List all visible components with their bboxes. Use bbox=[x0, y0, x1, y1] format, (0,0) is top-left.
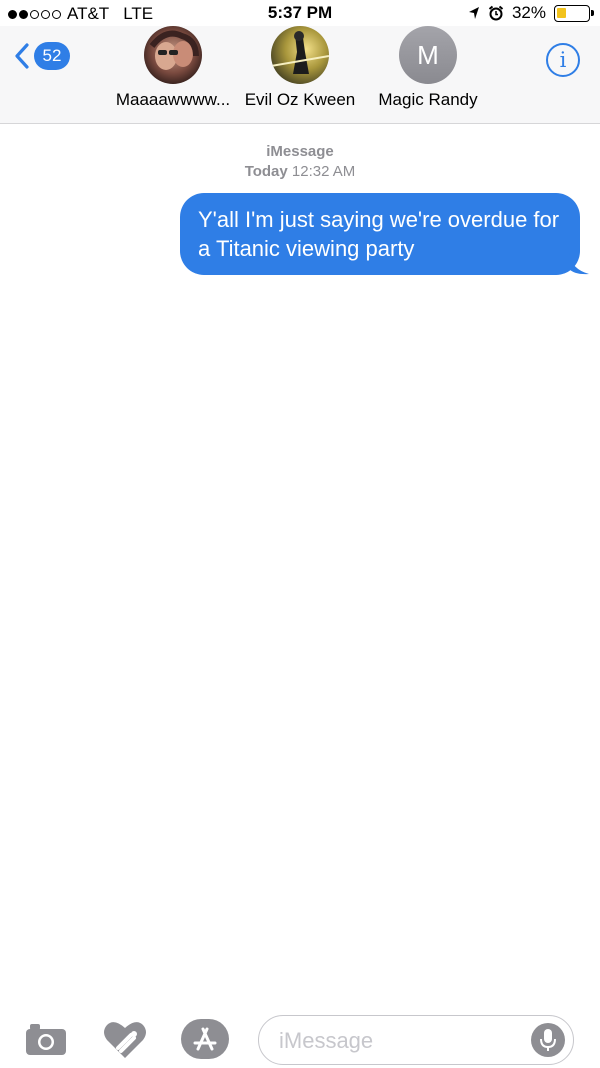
microphone-button[interactable] bbox=[531, 1023, 565, 1057]
message-bubble: Y'all I'm just saying we're overdue for … bbox=[180, 193, 589, 275]
contact-3[interactable]: M Magic Randy bbox=[338, 26, 518, 110]
message-bubble-outgoing[interactable]: Y'all I'm just saying we're overdue for … bbox=[180, 193, 589, 275]
status-bar: AT&T LTE 5:37 PM 32% bbox=[0, 0, 600, 26]
info-button[interactable]: i bbox=[546, 43, 580, 77]
avatar bbox=[144, 26, 202, 84]
info-icon: i bbox=[559, 48, 567, 72]
avatar-initial: M bbox=[417, 39, 439, 70]
battery-icon bbox=[554, 4, 594, 22]
service-label: iMessage bbox=[266, 143, 334, 160]
compose-toolbar: iMessage bbox=[0, 1004, 600, 1068]
battery-percent: 32% bbox=[511, 3, 546, 22]
camera-icon bbox=[26, 1024, 66, 1055]
app-store-icon bbox=[181, 1019, 229, 1059]
group-contacts: Maaaawwww... Evil Oz Kween M Magic Randy bbox=[0, 26, 600, 124]
alarm-icon bbox=[488, 5, 504, 21]
avatar: M bbox=[399, 26, 457, 84]
app-store-button[interactable] bbox=[180, 1018, 230, 1065]
status-right: 32% bbox=[468, 3, 594, 23]
microphone-icon bbox=[540, 1029, 556, 1051]
bubble-tail bbox=[569, 253, 589, 275]
digital-touch-button[interactable] bbox=[102, 1018, 148, 1065]
message-text: Y'all I'm just saying we're overdue for … bbox=[198, 207, 560, 261]
camera-button[interactable] bbox=[24, 1021, 68, 1062]
timestamp-day: Today bbox=[244, 163, 288, 180]
battery-fill bbox=[557, 7, 566, 18]
timestamp-time: 12:32 AM bbox=[291, 163, 356, 180]
contact-name: Magic Randy bbox=[378, 90, 478, 109]
avatar bbox=[271, 26, 329, 84]
message-input-placeholder: iMessage bbox=[279, 1028, 374, 1053]
location-arrow-icon bbox=[468, 7, 479, 19]
message-input[interactable]: iMessage bbox=[258, 1015, 574, 1065]
message-timestamp: Today 12:32 AM bbox=[0, 163, 600, 180]
conversation-header: 52 Maaaawwww... Evil Oz Kween M Magic Ra… bbox=[0, 26, 600, 124]
digital-touch-heart-icon bbox=[104, 1022, 146, 1058]
